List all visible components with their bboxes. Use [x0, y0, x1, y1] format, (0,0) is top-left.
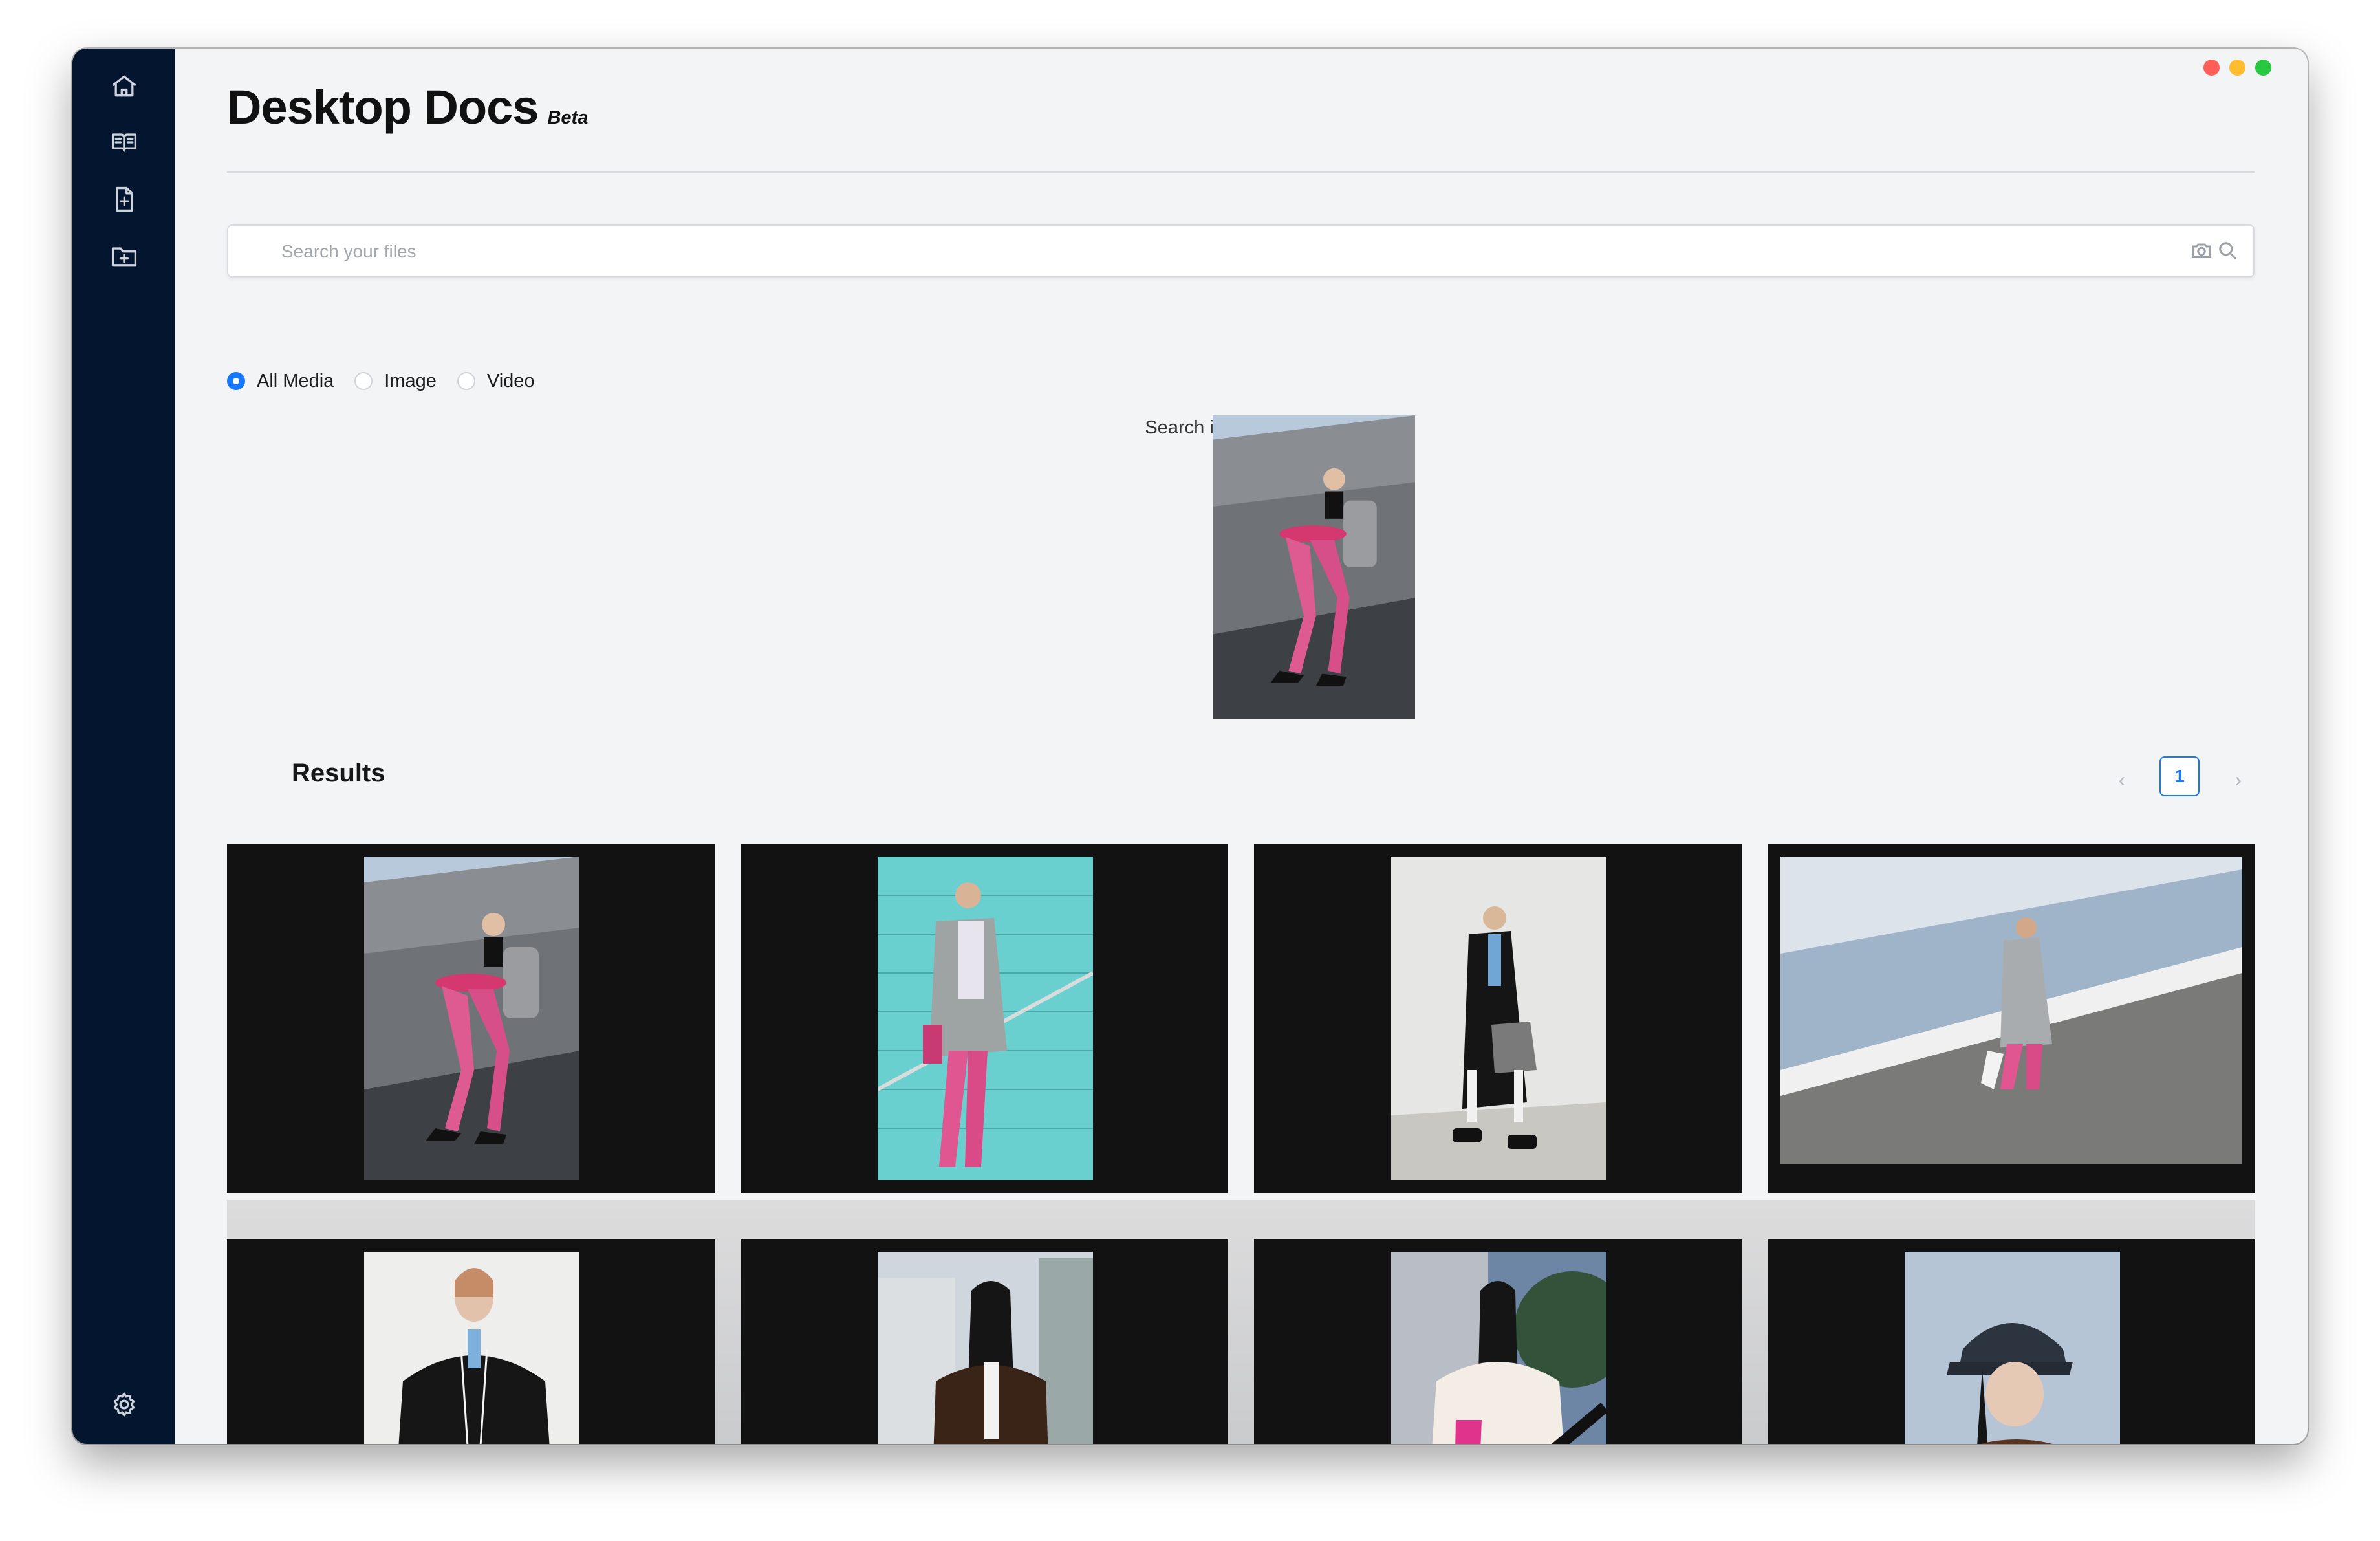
query-image[interactable] [1213, 415, 1415, 719]
result-thumbnail [1780, 857, 2242, 1164]
home-icon [110, 72, 138, 104]
beta-badge: Beta [547, 107, 589, 128]
page-title: Desktop Docs Beta [227, 80, 588, 135]
filter-label: Video [486, 370, 535, 391]
title-divider [227, 171, 2255, 173]
filter-label: All Media [257, 370, 334, 391]
settings-button[interactable] [105, 1386, 144, 1425]
filter-all-media[interactable]: All Media [227, 371, 334, 392]
filter-image[interactable]: Image [354, 371, 437, 392]
radio-unselected[interactable] [354, 372, 373, 390]
sidebar-item-add-file[interactable] [105, 181, 144, 220]
add-file-icon [110, 185, 138, 217]
page-1-button[interactable]: 1 [2159, 756, 2200, 796]
sidebar-item-home[interactable] [105, 68, 144, 107]
result-card-3[interactable] [1254, 844, 1742, 1193]
radio-selected[interactable] [227, 372, 245, 390]
app-title: Desktop Docs [227, 80, 539, 134]
result-card-4[interactable] [1768, 844, 2255, 1193]
results-heading: Results [292, 759, 385, 787]
gear-icon [110, 1390, 138, 1422]
result-thumbnail [878, 857, 1093, 1180]
search-input[interactable] [280, 226, 2223, 278]
app-window: Desktop Docs Beta All Media Image Video [72, 49, 2308, 1444]
result-card-2[interactable] [741, 844, 1228, 1193]
next-page-button[interactable]: › [2225, 765, 2251, 794]
camera-icon[interactable] [2190, 239, 2213, 262]
result-thumbnail [1391, 1252, 1606, 1444]
book-icon [110, 128, 138, 160]
sidebar-item-library[interactable] [105, 124, 144, 163]
prev-page-button[interactable]: ‹ [2109, 765, 2135, 794]
filter-video[interactable]: Video [457, 371, 535, 392]
sidebar-item-add-folder[interactable] [105, 238, 144, 277]
result-card-7[interactable] [1254, 1239, 1742, 1444]
result-thumbnail [1905, 1252, 2120, 1444]
result-thumbnail [364, 1252, 579, 1444]
result-card-5[interactable] [227, 1239, 715, 1444]
result-thumbnail [364, 857, 579, 1180]
search-icon[interactable] [2216, 239, 2239, 262]
result-thumbnail [878, 1252, 1093, 1444]
radio-unselected[interactable] [457, 372, 475, 390]
result-thumbnail [1391, 857, 1606, 1180]
filter-label: Image [384, 370, 437, 391]
media-filter: All Media Image Video [227, 368, 556, 394]
result-card-8[interactable] [1768, 1239, 2255, 1444]
result-card-1[interactable] [227, 844, 715, 1193]
main-content: Desktop Docs Beta All Media Image Video [175, 49, 2308, 1444]
search-bar [227, 224, 2255, 278]
add-folder-icon [110, 242, 138, 274]
result-card-6[interactable] [741, 1239, 1228, 1444]
sidebar [72, 49, 175, 1444]
